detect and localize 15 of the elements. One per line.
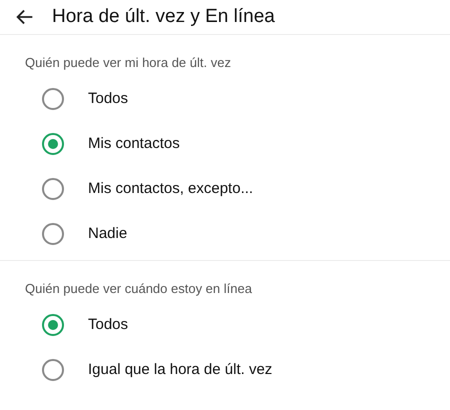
radio-button[interactable] [42,178,64,200]
radio-button[interactable] [42,358,64,380]
page-title: Hora de últ. vez y En línea [52,6,275,28]
option-label: Igual que la hora de últ. vez [88,361,272,378]
radio-button[interactable] [42,132,64,154]
option-label: Nadie [88,225,128,242]
option-label: Mis contactos, excepto... [88,180,254,197]
section-heading: Quién puede ver mi hora de últ. vez [24,55,232,70]
radio-button[interactable] [42,222,64,244]
option-label: Mis contactos [88,135,180,152]
radio-button[interactable] [42,88,64,110]
radio-button[interactable] [42,314,64,336]
option-label: Todos [88,316,128,333]
option-label: Todos [88,90,128,107]
section-heading: Quién puede ver cuándo estoy en línea [24,281,253,296]
